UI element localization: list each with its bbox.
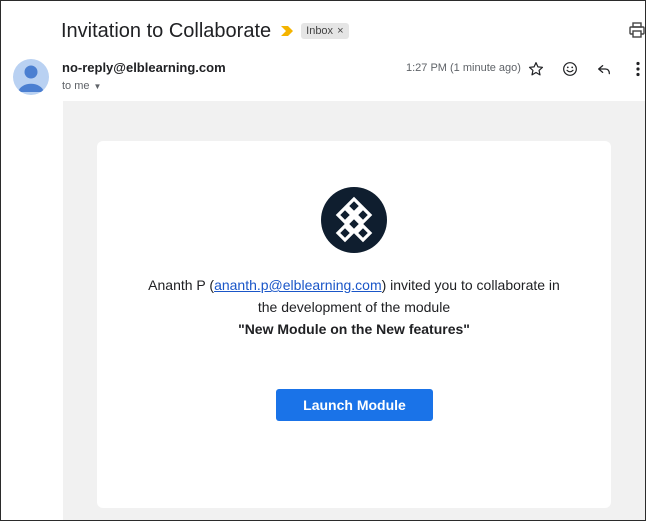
invitation-card: Ananth P (ananth.p@elblearning.com) invi… xyxy=(97,141,611,508)
invite-text: ) invited you to collaborate in xyxy=(381,277,560,293)
launch-module-button[interactable]: Launch Module xyxy=(276,389,433,421)
email-view: Invitation to Collaborate Inbox × no-rep… xyxy=(0,0,646,521)
inviter-name: Ananth P ( xyxy=(148,277,215,293)
label-chip-text: Inbox xyxy=(306,25,334,37)
inviter-email-link[interactable]: ananth.p@elblearning.com xyxy=(214,277,382,293)
invite-line-1: Ananth P (ananth.p@elblearning.com) invi… xyxy=(97,274,611,296)
avatar[interactable] xyxy=(13,59,49,95)
emoji-icon[interactable] xyxy=(560,59,580,79)
more-vert-icon[interactable] xyxy=(629,59,645,79)
recipient-toggle[interactable]: to me ▼ xyxy=(62,80,226,92)
star-icon[interactable] xyxy=(526,59,546,79)
label-chip-inbox: Inbox × xyxy=(301,23,349,39)
module-name: "New Module on the New features" xyxy=(238,321,470,337)
sender-block: no-reply@elblearning.com to me ▼ xyxy=(62,60,226,92)
invite-line-2: the development of the module xyxy=(257,299,451,315)
message-body: Ananth P (ananth.p@elblearning.com) invi… xyxy=(63,101,645,520)
sender-email: no-reply@elblearning.com xyxy=(62,60,226,75)
recipient-label: to me xyxy=(62,80,90,92)
timestamp: 1:27 PM (1 minute ago) xyxy=(406,62,521,74)
remove-label-button[interactable]: × xyxy=(337,25,343,37)
reply-icon[interactable] xyxy=(594,59,614,79)
caret-down-icon: ▼ xyxy=(93,81,102,91)
logo-icon xyxy=(321,187,387,253)
important-marker-icon[interactable] xyxy=(281,26,294,36)
email-subject: Invitation to Collaborate xyxy=(61,19,272,42)
print-icon[interactable] xyxy=(629,21,645,39)
subject-row: Invitation to Collaborate Inbox × xyxy=(61,17,645,45)
invite-message: Ananth P (ananth.p@elblearning.com) invi… xyxy=(97,274,611,340)
